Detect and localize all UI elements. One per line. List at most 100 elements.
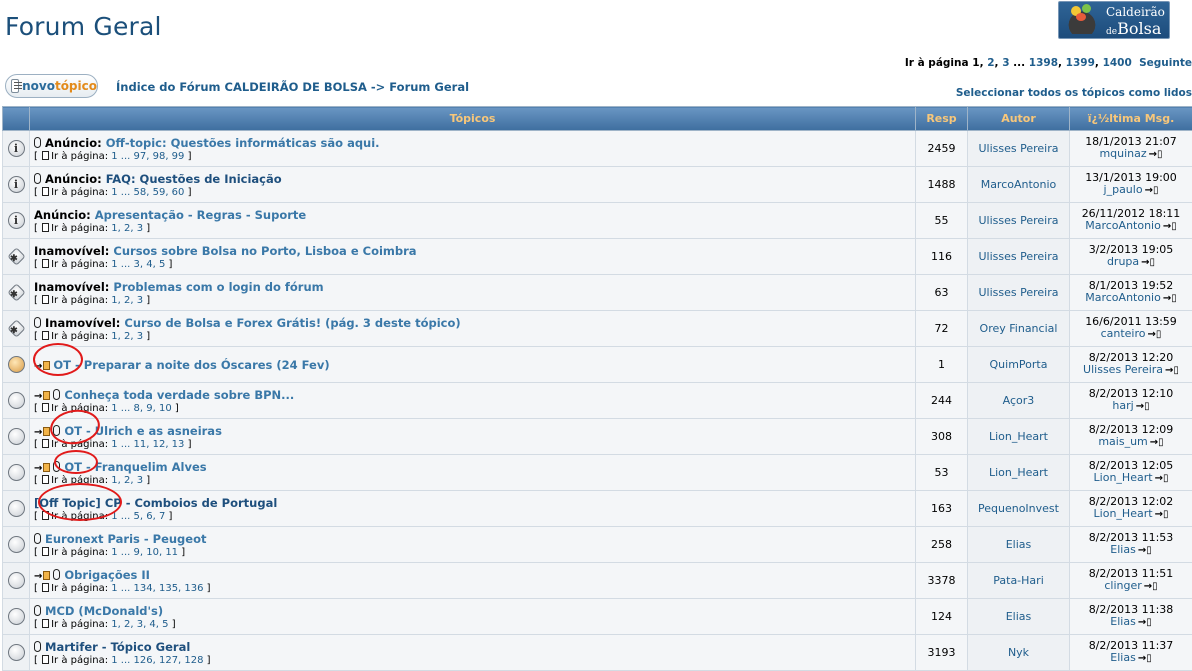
last-post-user[interactable]: harj — [1112, 399, 1133, 412]
author-name[interactable]: Açor3 — [1003, 394, 1035, 407]
pager-link[interactable]: 1398 — [1029, 57, 1058, 69]
author-name[interactable]: Pata-Hari — [993, 574, 1044, 587]
topic-page-links[interactable]: 1, 2, 3 — [111, 295, 143, 306]
topic-page-links[interactable]: 1, 2, 3 — [111, 475, 143, 486]
mark-all-read-link[interactable]: Seleccionar todos os tópicos como lidos — [956, 87, 1192, 99]
new-post-icon[interactable] — [43, 426, 51, 436]
author-link[interactable]: Ulisses Pereira — [967, 202, 1070, 239]
last-post-user[interactable]: Lion_Heart — [1094, 507, 1153, 520]
topic-title-link[interactable]: Conheça toda verdade sobre BPN... — [64, 388, 294, 402]
author-link[interactable]: Elias — [967, 598, 1070, 635]
last-post-user[interactable]: MarcoAntonio — [1085, 291, 1161, 304]
new-post-icon[interactable] — [43, 390, 51, 400]
topic-title-link[interactable]: Curso de Bolsa e Forex Grátis! (pág. 3 d… — [124, 316, 460, 330]
topic-page-links[interactable]: 1 ... 97, 98, 99 — [111, 151, 184, 162]
author-link[interactable]: Orey Financial — [967, 310, 1070, 347]
topic-page-links[interactable]: 1 ... 9, 10, 11 — [111, 547, 178, 558]
goto-last-post-icon[interactable]: →▯ — [1141, 257, 1155, 269]
topic-title-link[interactable]: Cursos sobre Bolsa no Porto, Lisboa e Co… — [113, 244, 416, 258]
last-post-user[interactable]: MarcoAntonio — [1085, 219, 1161, 232]
topic-page-links[interactable]: 1, 2, 3 — [111, 223, 143, 234]
goto-newest-icon[interactable]: → — [34, 391, 42, 402]
goto-last-post-icon[interactable]: →▯ — [1165, 365, 1179, 377]
goto-last-post-icon[interactable]: →▯ — [1163, 221, 1177, 233]
topic-page-links[interactable]: 1, 2, 3, 4, 5 — [111, 619, 168, 630]
author-link[interactable]: Lion_Heart — [967, 454, 1070, 491]
topic-page-links[interactable]: 1 ... 8, 9, 10 — [111, 403, 171, 414]
topic-page-links[interactable]: 1 ... 5, 6, 7 — [111, 511, 165, 522]
author-link[interactable]: QuimPorta — [967, 346, 1070, 383]
author-name[interactable]: Nyk — [1008, 646, 1029, 659]
topic-title-link[interactable]: OT - Ulrich e as asneiras — [64, 424, 222, 438]
author-name[interactable]: MarcoAntonio — [981, 178, 1057, 191]
topic-title-link[interactable]: Apresentação - Regras - Suporte — [95, 208, 306, 222]
last-post-user[interactable]: Elias — [1110, 615, 1136, 628]
author-name[interactable]: Ulisses Pereira — [979, 250, 1059, 263]
goto-newest-icon[interactable]: → — [34, 571, 42, 582]
goto-newest-icon[interactable]: → — [34, 463, 42, 474]
author-name[interactable]: Orey Financial — [980, 322, 1058, 335]
author-link[interactable]: Ulisses Pereira — [967, 238, 1070, 275]
last-post-user[interactable]: Elias — [1110, 543, 1136, 556]
author-link[interactable]: Açor3 — [967, 382, 1070, 419]
author-link[interactable]: PequenoInvest — [967, 490, 1070, 527]
new-topic-button[interactable]: novo tópico — [5, 74, 98, 98]
goto-last-post-icon[interactable]: →▯ — [1148, 329, 1162, 341]
author-link[interactable]: Pata-Hari — [967, 562, 1070, 599]
last-post-user[interactable]: Lion_Heart — [1094, 471, 1153, 484]
last-post-user[interactable]: drupa — [1107, 255, 1139, 268]
pager-link[interactable]: 3 — [1002, 57, 1009, 69]
topic-page-links[interactable]: 1 ... 3, 4, 5 — [111, 259, 165, 270]
topic-page-links[interactable]: 1, 2, 3 — [111, 331, 143, 342]
author-name[interactable]: QuimPorta — [990, 358, 1048, 371]
author-link[interactable]: MarcoAntonio — [967, 166, 1070, 203]
goto-last-post-icon[interactable]: →▯ — [1144, 581, 1158, 593]
author-link[interactable]: Elias — [967, 526, 1070, 563]
new-post-icon[interactable] — [43, 360, 51, 370]
topic-page-links[interactable]: 1 ... 126, 127, 128 — [111, 655, 203, 666]
topic-title-link[interactable]: MCD (McDonald's) — [45, 604, 163, 618]
author-name[interactable]: Lion_Heart — [989, 466, 1048, 479]
topic-title-link[interactable]: Off-topic: Questões informáticas são aqu… — [106, 136, 380, 150]
goto-last-post-icon[interactable]: →▯ — [1136, 401, 1150, 413]
author-link[interactable]: Lion_Heart — [967, 418, 1070, 455]
author-name[interactable]: Lion_Heart — [989, 430, 1048, 443]
author-link[interactable]: Ulisses Pereira — [967, 274, 1070, 311]
new-post-icon[interactable] — [43, 462, 51, 472]
goto-newest-icon[interactable]: → — [34, 427, 42, 438]
topic-title-link[interactable]: Obrigações II — [64, 568, 150, 582]
topic-page-links[interactable]: 1 ... 11, 12, 13 — [111, 439, 184, 450]
author-link[interactable]: Ulisses Pereira — [967, 130, 1070, 167]
pager-link[interactable]: 1400 — [1103, 57, 1132, 69]
author-name[interactable]: Ulisses Pereira — [979, 286, 1059, 299]
goto-last-post-icon[interactable]: →▯ — [1150, 437, 1164, 449]
topic-title-link[interactable]: FAQ: Questões de Iniciação — [106, 172, 282, 186]
topic-page-links[interactable]: 1 ... 58, 59, 60 — [111, 187, 184, 198]
last-post-user[interactable]: mquinaz — [1099, 147, 1146, 160]
topic-title-link[interactable]: Euronext Paris - Peugeot — [45, 532, 206, 546]
topic-title-link[interactable]: Martifer - Tópico Geral — [45, 640, 190, 654]
new-post-icon[interactable] — [43, 570, 51, 580]
breadcrumb[interactable]: Índice do Fórum CALDEIRÃO DE BOLSA -> Fo… — [116, 80, 469, 94]
goto-last-post-icon[interactable]: →▯ — [1149, 149, 1163, 161]
goto-last-post-icon[interactable]: →▯ — [1163, 293, 1177, 305]
last-post-user[interactable]: clinger — [1104, 579, 1141, 592]
last-post-user[interactable]: Elias — [1110, 651, 1136, 664]
topic-title-link[interactable]: Problemas com o login do fórum — [113, 280, 323, 294]
topic-title-link[interactable]: OT - Preparar a noite dos Óscares (24 Fe… — [53, 358, 329, 372]
goto-last-post-icon[interactable]: →▯ — [1138, 617, 1152, 629]
last-post-user[interactable]: mais_um — [1098, 435, 1147, 448]
author-name[interactable]: Ulisses Pereira — [979, 142, 1059, 155]
topic-title-link[interactable]: OT - Franquelim Alves — [64, 460, 206, 474]
site-logo[interactable]: Caldeirão deBolsa — [1058, 1, 1170, 39]
author-link[interactable]: Nyk — [967, 634, 1070, 671]
goto-last-post-icon[interactable]: →▯ — [1145, 185, 1159, 197]
goto-last-post-icon[interactable]: →▯ — [1138, 653, 1152, 665]
pager-link[interactable]: 1399 — [1066, 57, 1095, 69]
last-post-user[interactable]: j_paulo — [1104, 183, 1143, 196]
goto-last-post-icon[interactable]: →▯ — [1155, 473, 1169, 485]
goto-newest-icon[interactable]: → — [34, 361, 42, 372]
topic-title-link[interactable]: [Off Topic] CP - Comboios de Portugal — [34, 496, 277, 510]
goto-last-post-icon[interactable]: →▯ — [1138, 545, 1152, 557]
author-name[interactable]: Elias — [1006, 538, 1032, 551]
